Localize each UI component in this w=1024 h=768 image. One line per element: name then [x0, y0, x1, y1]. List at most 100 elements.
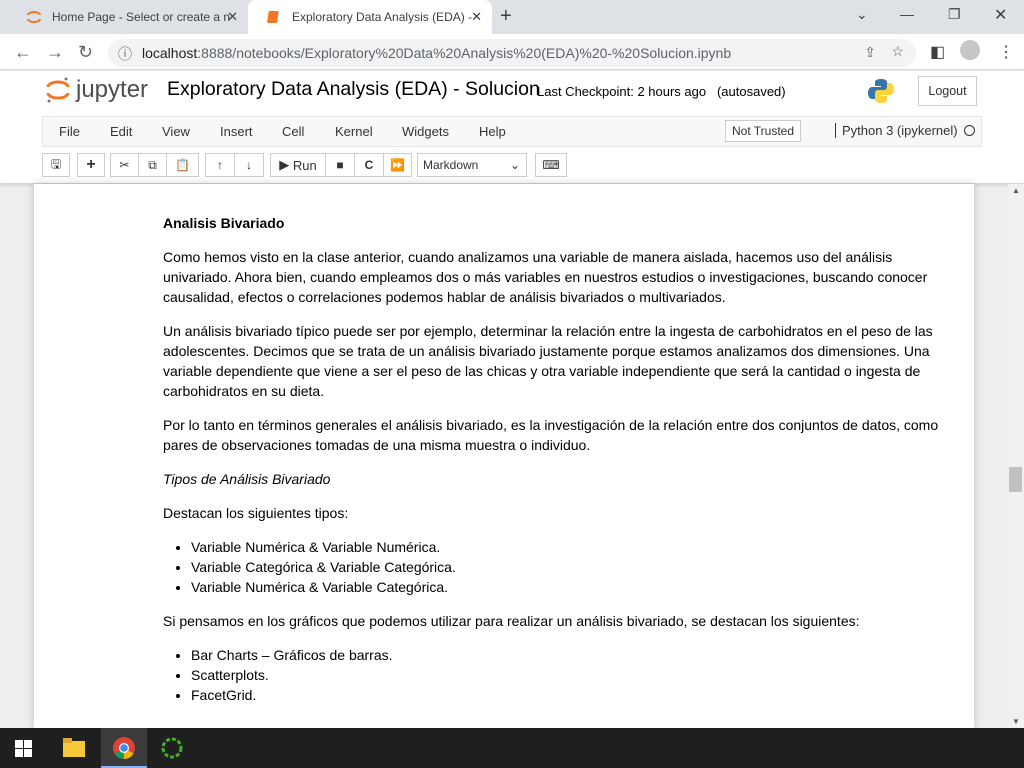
section-heading: Analisis Bivariado — [163, 215, 285, 231]
cell-type-select[interactable]: Markdown ⌄ — [417, 153, 527, 177]
paragraph: Por lo tanto en términos generales el an… — [163, 417, 939, 453]
command-palette-button[interactable]: ⌨ — [535, 153, 567, 177]
url-host: localhost — [142, 45, 198, 61]
plus-icon: + — [86, 156, 96, 173]
menu-icon[interactable]: ⋮ — [998, 42, 1014, 62]
info-icon: ⓘ — [118, 46, 132, 62]
jupyter-wordmark: jupyter — [76, 76, 149, 103]
menu-widgets[interactable]: Widgets — [402, 124, 449, 139]
file-explorer-icon[interactable] — [63, 738, 85, 758]
notebook-icon — [267, 11, 279, 23]
back-icon[interactable]: ← — [14, 42, 32, 63]
paste-icon: 📋 — [175, 158, 190, 172]
chrome-icon — [113, 737, 135, 759]
restart-run-all-button[interactable]: ⏩ — [383, 153, 412, 177]
anaconda-icon[interactable] — [161, 737, 183, 759]
side-panel-icon[interactable]: ◧ — [930, 42, 945, 62]
tab-label: Exploratory Data Analysis (EDA) - — [292, 10, 472, 24]
chrome-taskbar-button[interactable] — [101, 728, 147, 768]
kernel-idle-icon — [964, 125, 975, 136]
paragraph: Destacan los siguientes tipos: — [163, 505, 349, 521]
insert-cell-button[interactable]: + — [77, 153, 105, 177]
run-button[interactable]: ▶ Run — [270, 153, 326, 177]
restart-button[interactable]: C — [354, 153, 384, 177]
close-icon[interactable]: ✕ — [471, 9, 482, 25]
list-item: Variable Categórica & Variable Categóric… — [191, 557, 953, 577]
profile-avatar[interactable] — [960, 40, 980, 60]
taskbar — [0, 728, 1024, 768]
paragraph: Como hemos visto en la clase anterior, c… — [163, 249, 928, 305]
paragraph: Un análisis bivariado típico puede ser p… — [163, 323, 933, 399]
menu-insert[interactable]: Insert — [220, 124, 253, 139]
share-icon[interactable]: ⇪ — [864, 44, 876, 61]
play-icon: ▶ — [279, 157, 293, 172]
scrollbar-thumb[interactable] — [1009, 467, 1022, 492]
list-item: Scatterplots. — [191, 665, 953, 685]
scroll-up-icon[interactable]: ▲ — [1012, 186, 1020, 195]
jupyter-logo[interactable]: jupyter — [46, 76, 148, 104]
paragraph: Si pensamos en los gráficos que podemos … — [163, 613, 860, 629]
list-item: Variable Numérica & Variable Numérica. — [191, 537, 953, 557]
markdown-cell[interactable]: Analisis Bivariado Como hemos visto en l… — [163, 205, 953, 719]
close-window-button[interactable]: ✕ — [994, 5, 1007, 25]
not-trusted-button[interactable]: Not Trusted — [725, 120, 802, 142]
cell-type-value: Markdown — [423, 158, 479, 172]
kernel-name[interactable]: Python 3 (ipykernel) — [835, 123, 958, 138]
fast-forward-icon: ⏩ — [390, 158, 405, 172]
arrow-up-icon: ↑ — [217, 158, 223, 172]
notebook-title[interactable]: Exploratory Data Analysis (EDA) - Soluci… — [167, 78, 540, 101]
restore-button[interactable]: ❐ — [948, 6, 961, 23]
subtitle: Tipos de Análisis Bivariado — [163, 471, 331, 487]
restart-icon: C — [364, 158, 374, 172]
chevron-down-icon: ⌄ — [509, 158, 520, 172]
copy-button[interactable]: ⧉ — [138, 153, 167, 177]
list-item: FacetGrid. — [191, 685, 953, 705]
arrow-down-icon: ↓ — [246, 158, 252, 172]
forward-icon[interactable]: → — [46, 42, 64, 63]
interrupt-button[interactable]: ■ — [325, 153, 355, 177]
url-path: :8888/notebooks/Exploratory%20Data%20Ana… — [197, 45, 732, 61]
tab-bar: Home Page - Select or create a n ✕ Explo… — [0, 0, 1024, 34]
minimize-button[interactable]: — — [900, 6, 914, 22]
menu-kernel[interactable]: Kernel — [335, 124, 373, 139]
stop-icon: ■ — [336, 158, 344, 172]
scroll-down-icon[interactable]: ▼ — [1012, 717, 1020, 726]
checkpoint-text: Last Checkpoint: 2 hours ago — [537, 84, 707, 99]
menu-view[interactable]: View — [162, 124, 190, 139]
new-tab-button[interactable]: + — [500, 5, 512, 28]
tab-label: Home Page - Select or create a n — [52, 10, 231, 24]
autosaved-text: (autosaved) — [716, 84, 786, 99]
menu-file[interactable]: File — [59, 124, 80, 139]
menu-help[interactable]: Help — [479, 124, 506, 139]
paste-button[interactable]: 📋 — [166, 153, 199, 177]
python-logo-icon — [868, 79, 894, 103]
jupyter-icon — [27, 11, 41, 23]
tab-eda[interactable]: Exploratory Data Analysis (EDA) - ✕ — [248, 0, 492, 34]
tab-search-icon[interactable]: ⌄ — [856, 6, 868, 23]
checkpoint-status: Last Checkpoint: 2 hours ago (autosaved) — [537, 84, 786, 99]
cut-button[interactable]: ✂ — [110, 153, 139, 177]
tab-home-page[interactable]: Home Page - Select or create a n ✕ — [8, 0, 248, 34]
logout-button[interactable]: Logout — [918, 76, 977, 106]
charts-list: Bar Charts – Gráficos de barras. Scatter… — [191, 645, 953, 705]
keyboard-icon: ⌨ — [542, 158, 560, 172]
list-item: Variable Numérica & Variable Categórica. — [191, 577, 953, 597]
save-icon: 🖫 — [50, 156, 62, 171]
list-item: Bar Charts – Gráficos de barras. — [191, 645, 953, 665]
reload-icon[interactable]: ↻ — [78, 42, 93, 63]
save-button[interactable]: 🖫 — [42, 153, 70, 177]
move-down-button[interactable]: ↓ — [234, 153, 264, 177]
url-input[interactable]: ⓘ localhost:8888/notebooks/Exploratory%2… — [108, 39, 916, 67]
move-up-button[interactable]: ↑ — [205, 153, 235, 177]
copy-icon: ⧉ — [148, 157, 157, 172]
menu-cell[interactable]: Cell — [282, 124, 304, 139]
windows-start-icon[interactable] — [15, 740, 32, 757]
run-label: Run — [292, 157, 317, 173]
types-list: Variable Numérica & Variable Numérica. V… — [191, 537, 953, 597]
close-icon[interactable]: ✕ — [227, 9, 238, 25]
scrollbar[interactable]: ▲ ▼ — [1008, 184, 1024, 728]
menu-edit[interactable]: Edit — [110, 124, 132, 139]
scissors-icon: ✂ — [119, 158, 130, 172]
jupyter-logo-icon — [46, 77, 70, 103]
bookmark-star-icon[interactable]: ☆ — [891, 43, 904, 60]
